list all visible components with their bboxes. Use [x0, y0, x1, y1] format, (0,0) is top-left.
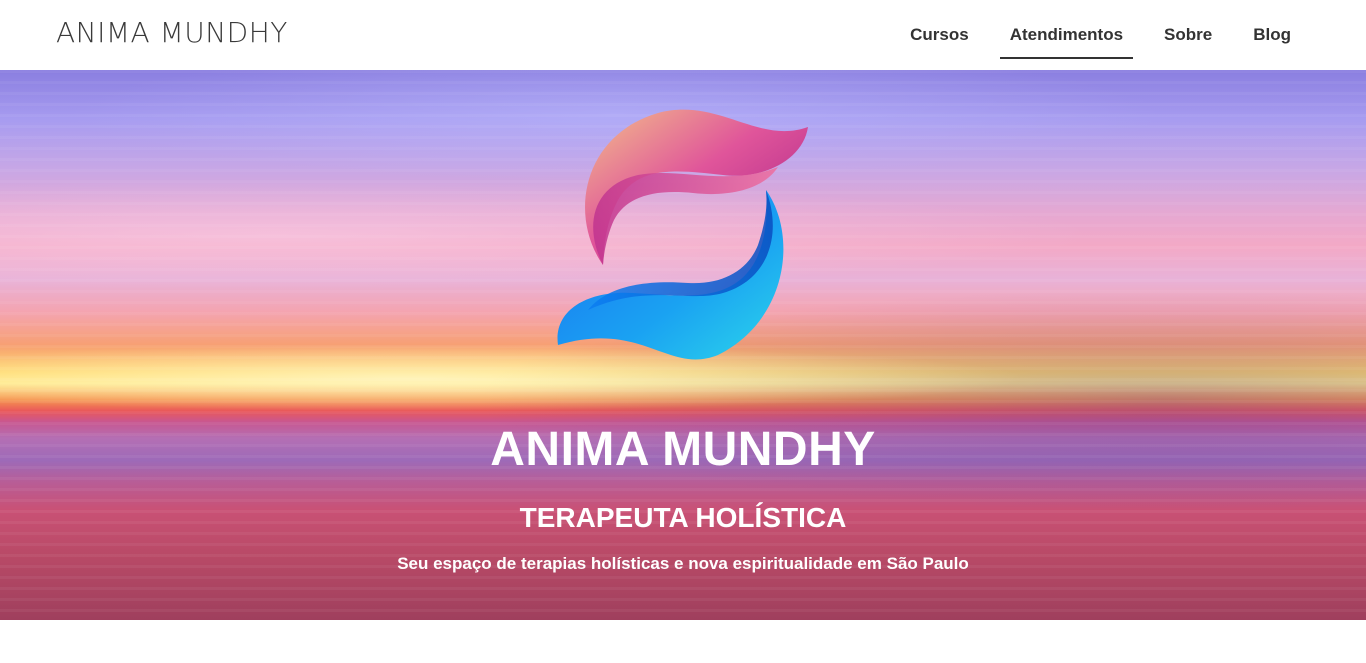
nav-item-blog[interactable]: Blog [1243, 0, 1301, 70]
hero-banner: ANIMA MUNDHY TERAPEUTA HOLÍSTICA Seu esp… [0, 70, 1366, 620]
hero-subtitle: TERAPEUTA HOLÍSTICA [519, 502, 847, 533]
hero-tagline: Seu espaço de terapias holísticas e nova… [397, 554, 969, 573]
brand-logo-text[interactable]: ANIMA MUNDHY [56, 16, 288, 49]
wave-s-logo-icon [557, 109, 808, 360]
nav-item-sobre[interactable]: Sobre [1154, 0, 1222, 70]
nav-item-atendimentos[interactable]: Atendimentos [999, 0, 1134, 70]
hero-title: ANIMA MUNDHY [490, 423, 876, 476]
nav-item-cursos[interactable]: Cursos [900, 0, 979, 70]
top-navbar: ANIMA MUNDHY Cursos Atendimentos Sobre B… [0, 0, 1366, 70]
main-nav: Cursos Atendimentos Sobre Blog [879, 0, 1301, 70]
